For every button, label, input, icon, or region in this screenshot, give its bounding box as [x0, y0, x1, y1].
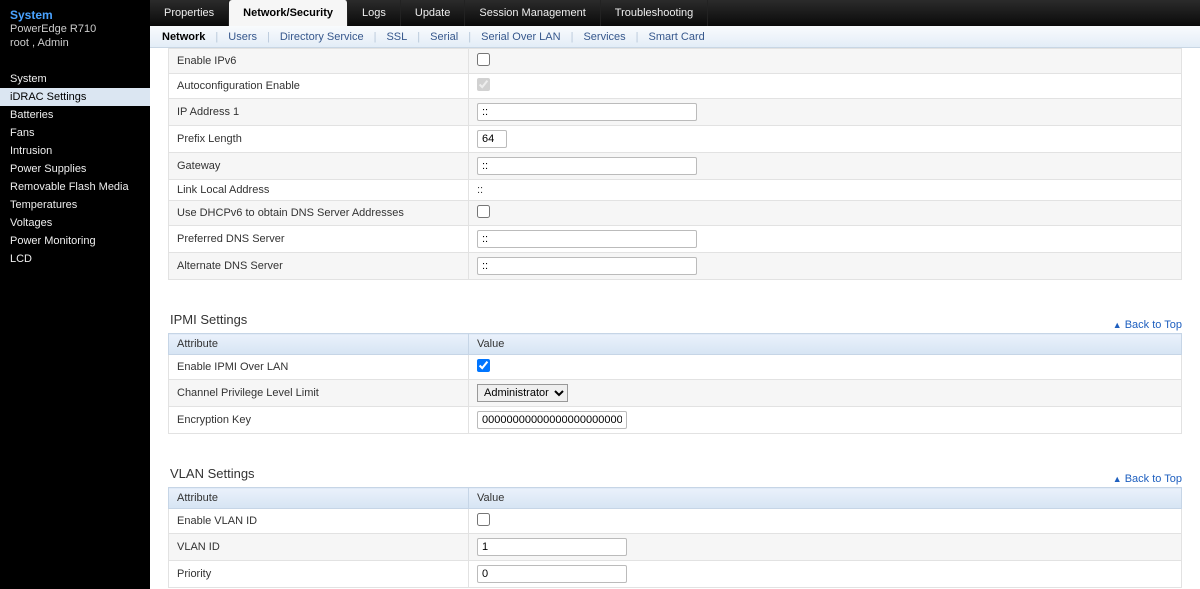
sidebar: System PowerEdge R710 root , Admin Syste… [0, 0, 150, 589]
col-value: Value [469, 488, 1182, 509]
label-link-local: Link Local Address [169, 180, 469, 201]
ipmi-section-title: IPMI Settings [170, 312, 247, 327]
label-enable-ipmi: Enable IPMI Over LAN [169, 355, 469, 380]
ipmi-settings-table: Attribute Value Enable IPMI Over LAN Cha… [168, 333, 1182, 434]
back-to-top-link[interactable]: ▲ Back to Top [1113, 319, 1182, 331]
table-row: Enable IPMI Over LAN [169, 355, 1182, 380]
checkbox-use-dhcpv6[interactable] [477, 205, 490, 218]
input-alt-dns[interactable] [477, 257, 697, 275]
label-gateway: Gateway [169, 153, 469, 180]
system-title: System [10, 8, 140, 22]
subtab-ssl[interactable]: SSL [380, 31, 413, 43]
select-priv-limit[interactable]: Administrator [477, 384, 568, 402]
col-attribute: Attribute [169, 334, 469, 355]
table-row: Priority [169, 561, 1182, 588]
triangle-up-icon: ▲ [1113, 320, 1122, 330]
label-vlan-id: VLAN ID [169, 534, 469, 561]
table-row: Encryption Key [169, 407, 1182, 434]
vlan-section-head: VLAN Settings ▲ Back to Top [168, 462, 1182, 485]
input-pref-dns[interactable] [477, 230, 697, 248]
tab-logs[interactable]: Logs [348, 0, 401, 26]
table-row: Prefix Length [169, 126, 1182, 153]
triangle-up-icon: ▲ [1113, 474, 1122, 484]
subtab-users[interactable]: Users [222, 31, 263, 43]
sidebar-header: System PowerEdge R710 root , Admin [0, 8, 150, 58]
value-link-local: :: [469, 180, 1182, 201]
tab-session-management[interactable]: Session Management [465, 0, 600, 26]
input-gateway[interactable] [477, 157, 697, 175]
label-enable-ipv6: Enable IPv6 [169, 49, 469, 74]
main-panel: Properties Network/Security Logs Update … [150, 0, 1200, 589]
sidebar-item-system[interactable]: System [0, 70, 150, 88]
sidebar-item-power-monitoring[interactable]: Power Monitoring [0, 232, 150, 250]
col-attribute: Attribute [169, 488, 469, 509]
tab-network-security[interactable]: Network/Security [229, 0, 348, 26]
label-alt-dns: Alternate DNS Server [169, 253, 469, 280]
label-autoconf: Autoconfiguration Enable [169, 74, 469, 99]
sidebar-item-temperatures[interactable]: Temperatures [0, 196, 150, 214]
subtab-services[interactable]: Services [577, 31, 631, 43]
content-scroll[interactable]: Enable IPv6 Autoconfiguration Enable IP … [150, 48, 1200, 589]
input-priority[interactable] [477, 565, 627, 583]
label-enc-key: Encryption Key [169, 407, 469, 434]
sub-tabs: Network| Users| Directory Service| SSL| … [150, 26, 1200, 48]
vlan-settings-table: Attribute Value Enable VLAN ID VLAN ID P… [168, 487, 1182, 588]
input-ip-addr1[interactable] [477, 103, 697, 121]
table-row: Preferred DNS Server [169, 226, 1182, 253]
table-row: Gateway [169, 153, 1182, 180]
system-model: PowerEdge R710 [10, 22, 140, 36]
main-tabs: Properties Network/Security Logs Update … [150, 0, 1200, 26]
ipmi-section-head: IPMI Settings ▲ Back to Top [168, 308, 1182, 331]
ipv6-settings-table: Enable IPv6 Autoconfiguration Enable IP … [168, 48, 1182, 280]
table-row: VLAN ID [169, 534, 1182, 561]
subtab-serial-over-lan[interactable]: Serial Over LAN [475, 31, 566, 43]
input-enc-key[interactable] [477, 411, 627, 429]
sidebar-item-fans[interactable]: Fans [0, 124, 150, 142]
subtab-network[interactable]: Network [156, 31, 211, 43]
sidebar-item-voltages[interactable]: Voltages [0, 214, 150, 232]
table-row: Enable VLAN ID [169, 509, 1182, 534]
label-priority: Priority [169, 561, 469, 588]
table-row: Use DHCPv6 to obtain DNS Server Addresse… [169, 201, 1182, 226]
system-user: root , Admin [10, 36, 140, 50]
tab-update[interactable]: Update [401, 0, 465, 26]
table-row: Channel Privilege Level Limit Administra… [169, 380, 1182, 407]
table-row: IP Address 1 [169, 99, 1182, 126]
label-prefix-len: Prefix Length [169, 126, 469, 153]
label-ip-addr1: IP Address 1 [169, 99, 469, 126]
label-enable-vlan: Enable VLAN ID [169, 509, 469, 534]
table-row: Alternate DNS Server [169, 253, 1182, 280]
sidebar-item-removable-flash[interactable]: Removable Flash Media [0, 178, 150, 196]
tab-properties[interactable]: Properties [150, 0, 229, 26]
label-pref-dns: Preferred DNS Server [169, 226, 469, 253]
table-row: Link Local Address :: [169, 180, 1182, 201]
table-row: Autoconfiguration Enable [169, 74, 1182, 99]
subtab-directory-service[interactable]: Directory Service [274, 31, 370, 43]
checkbox-enable-ipv6[interactable] [477, 53, 490, 66]
sidebar-item-intrusion[interactable]: Intrusion [0, 142, 150, 160]
checkbox-enable-ipmi[interactable] [477, 359, 490, 372]
label-priv-limit: Channel Privilege Level Limit [169, 380, 469, 407]
checkbox-autoconf[interactable] [477, 78, 490, 91]
label-use-dhcpv6: Use DHCPv6 to obtain DNS Server Addresse… [169, 201, 469, 226]
subtab-smart-card[interactable]: Smart Card [643, 31, 711, 43]
checkbox-enable-vlan[interactable] [477, 513, 490, 526]
sidebar-item-idrac-settings[interactable]: iDRAC Settings [0, 88, 150, 106]
vlan-section-title: VLAN Settings [170, 466, 255, 481]
sidebar-item-power-supplies[interactable]: Power Supplies [0, 160, 150, 178]
table-row: Enable IPv6 [169, 49, 1182, 74]
input-prefix-len[interactable] [477, 130, 507, 148]
subtab-serial[interactable]: Serial [424, 31, 464, 43]
col-value: Value [469, 334, 1182, 355]
input-vlan-id[interactable] [477, 538, 627, 556]
back-to-top-link[interactable]: ▲ Back to Top [1113, 473, 1182, 485]
sidebar-item-lcd[interactable]: LCD [0, 250, 150, 268]
sidebar-item-batteries[interactable]: Batteries [0, 106, 150, 124]
sidebar-nav: System iDRAC Settings Batteries Fans Int… [0, 70, 150, 268]
tab-troubleshooting[interactable]: Troubleshooting [601, 0, 708, 26]
